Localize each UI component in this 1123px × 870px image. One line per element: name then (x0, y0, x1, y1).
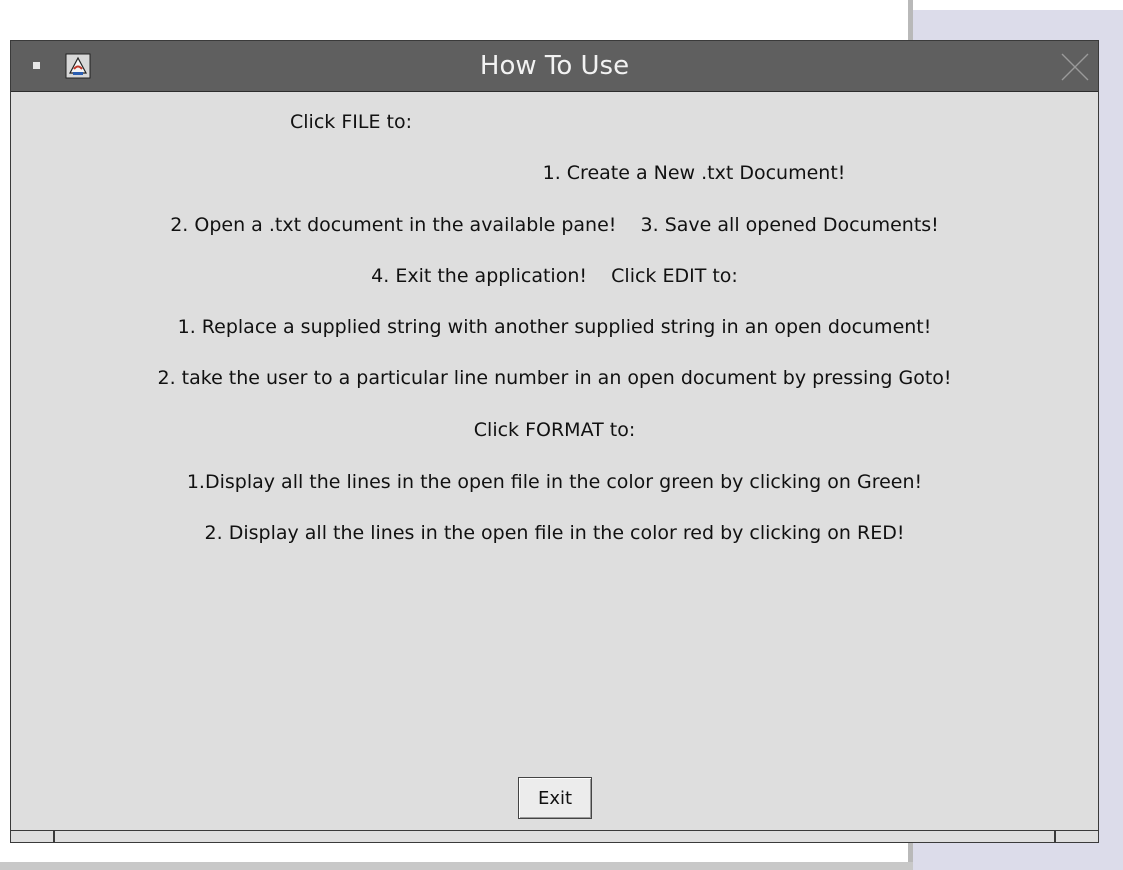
edit-item-2: 2. take the user to a particular line nu… (157, 367, 952, 389)
exit-button[interactable]: Exit (518, 777, 592, 819)
resize-handle-right[interactable] (1054, 830, 1056, 842)
title-bar[interactable]: How To Use (11, 41, 1098, 92)
file-item-4-edit-heading: 4. Exit the application! Click EDIT to: (371, 265, 738, 287)
file-items-2-3: 2. Open a .txt document in the available… (170, 214, 939, 236)
format-item-2: 2. Display all the lines in the open fil… (204, 522, 905, 544)
window-title: How To Use (479, 51, 630, 81)
edit-item-1: 1. Replace a supplied string with anothe… (177, 316, 932, 338)
format-item-1: 1.Display all the lines in the open file… (186, 471, 923, 493)
instructions-area: Click FILE to: 1. Create a New .txt Docu… (11, 92, 1098, 792)
how-to-use-dialog: How To Use Click FILE to: 1. Create a Ne… (10, 40, 1099, 843)
file-heading: Click FILE to: (290, 111, 412, 133)
format-heading: Click FORMAT to: (473, 419, 636, 441)
resize-handle-left[interactable] (53, 830, 55, 842)
close-icon[interactable] (1060, 52, 1090, 82)
bottom-divider (11, 830, 1098, 831)
background-window-bottom (0, 862, 913, 870)
file-item-1: 1. Create a New .txt Document! (542, 162, 846, 184)
